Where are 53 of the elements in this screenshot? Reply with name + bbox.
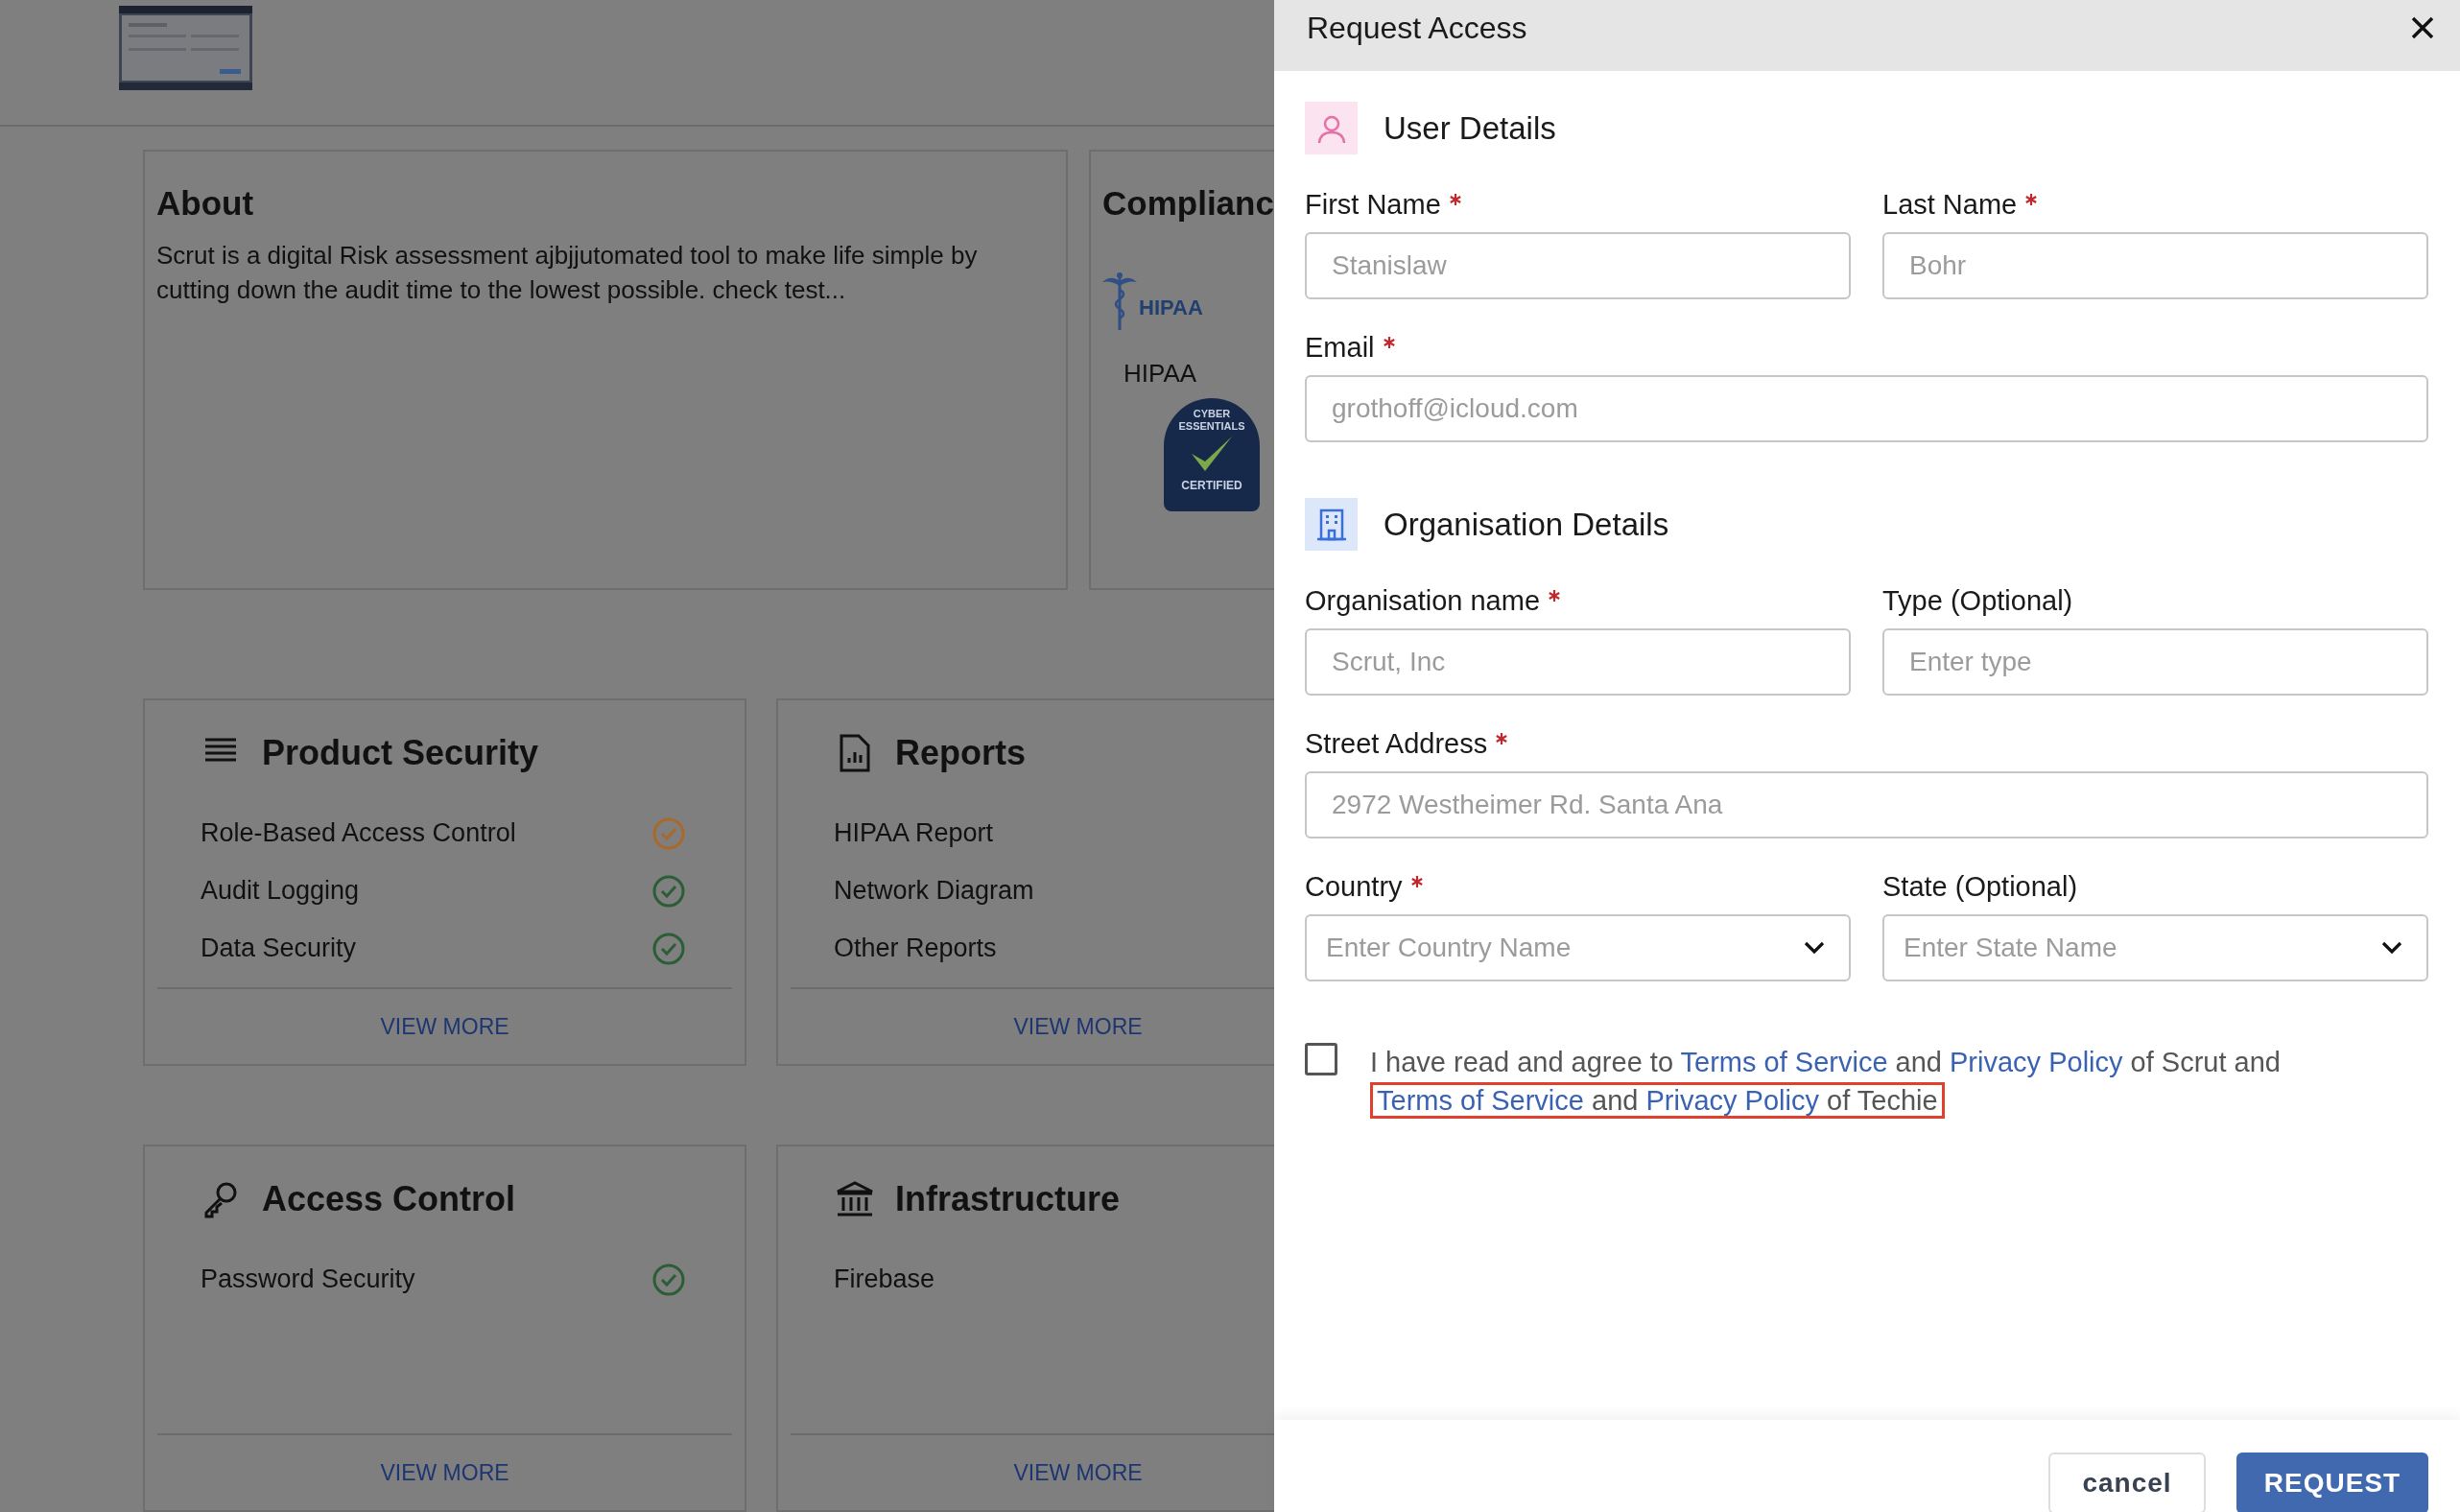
card-title: Access Control [262,1179,516,1219]
input-field[interactable]: Enter type [1882,628,2428,696]
field-label: First Name [1305,189,1441,221]
input-field[interactable]: grothoff@icloud.com [1305,375,2428,442]
cancel-button[interactable]: cancel [2048,1453,2206,1512]
field-label: Type (Optional) [1882,585,2073,617]
dropdown-field[interactable]: Enter State Name [1882,914,2428,981]
chevron-down-icon [2380,940,2403,956]
field-label: Email [1305,332,1375,364]
card-title: Infrastructure [895,1179,1121,1219]
section-heading: Organisation Details [1384,506,1669,543]
card-title: Product Security [262,733,539,773]
item-label: Audit Logging [201,876,360,906]
chevron-down-icon [1803,940,1826,956]
card-title: Complianc [1102,184,1274,223]
card-title: Reports [895,733,1027,773]
field-label: State (Optional) [1882,871,2078,903]
input-field[interactable]: Stanislaw [1305,232,1851,299]
logo-text: HIPAA [1139,295,1203,320]
input-field[interactable]: Bohr [1882,232,2428,299]
person-icon [1305,102,1358,154]
checkbox[interactable] [1305,1043,1337,1075]
badge-text: CYBER ESSENTIALS [1177,408,1246,433]
terms-link[interactable]: Terms of Service [1377,1085,1584,1116]
about-text: Scrut is a digital Risk assessment ajbjjutomated tool to make life simple by cutting down the audit time to the lowest possible. check test... [156,240,979,306]
item-label: Password Security [201,1264,415,1294]
terms-link[interactable]: Privacy Policy [1950,1047,2123,1077]
bank-icon [836,1180,874,1218]
section-heading: User Details [1384,109,1556,147]
compliance-label: HIPAA [1124,359,1198,389]
item-label: Role-Based Access Control [201,818,516,848]
building-icon [1305,498,1358,551]
terms-link[interactable]: Terms of Service [1680,1047,1888,1077]
field-label: Street Address [1305,728,1488,760]
field-label: Last Name [1882,189,2018,221]
input-field[interactable]: 2972 Westheimer Rd. Santa Ana [1305,771,2428,839]
dropdown-field[interactable]: Enter Country Name [1305,914,1851,981]
consent-text: I have read and agree to Terms of Service and Privacy Policy of Scrut and Terms of Service and Privacy Policy of Techie [1370,1043,2428,1120]
item-label: HIPAA Report [834,818,994,848]
field-label: Organisation name [1305,585,1541,617]
item-label: Network Diagram [834,876,1034,906]
card-title: About [156,184,255,223]
badge-text: CERTIFIED [1181,479,1242,492]
request-button[interactable]: REQUEST [2236,1453,2428,1512]
item-label: Other Reports [834,933,997,963]
item-label: Firebase [834,1264,935,1294]
item-label: Data Security [201,933,357,963]
field-label: Country [1305,871,1403,903]
terms-link[interactable]: Privacy Policy [1645,1085,1819,1116]
dialog-title: Request Access [1307,10,1527,46]
close-icon [2410,15,2435,40]
input-field[interactable]: Scrut, Inc [1305,628,1851,696]
caduceus-icon [1102,272,1137,332]
